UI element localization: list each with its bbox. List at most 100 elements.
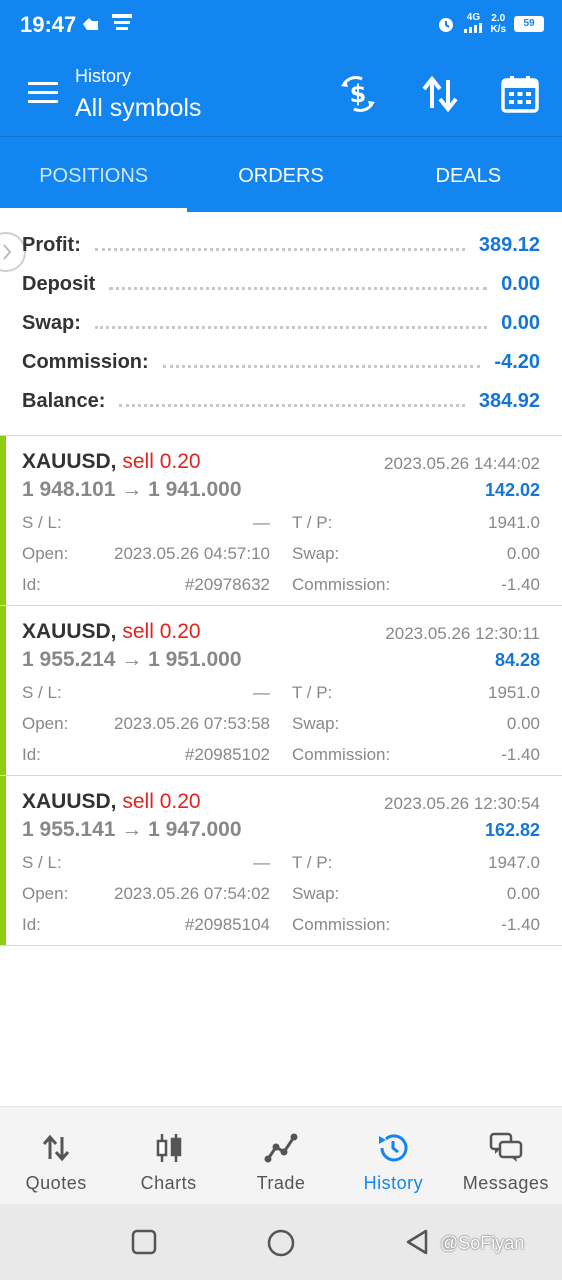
commission-label: Commission: — [22, 350, 149, 373]
network-speed: 2.0 K/s — [490, 13, 506, 35]
back-icon[interactable] — [404, 1228, 432, 1256]
deal-status-bar — [0, 436, 6, 605]
sl-label: S / L: — [22, 513, 62, 532]
tab-orders[interactable]: ORDERS — [187, 137, 374, 212]
nav-trade[interactable]: Trade — [225, 1107, 337, 1204]
balance-value: 384.92 — [478, 389, 540, 412]
id-label: Id: — [22, 575, 41, 594]
watermark: @SoFiyan — [440, 1233, 525, 1253]
id-label: Id: — [22, 745, 41, 764]
id-label: Id: — [22, 915, 41, 934]
tab-positions[interactable]: POSITIONS — [0, 137, 188, 212]
summary-profit-row: Profit: 389.12 — [22, 229, 540, 261]
deal-close-time: 2023.05.26 12:30:54 — [384, 794, 540, 813]
tp-value: 1951.0 — [488, 683, 540, 702]
nav-history[interactable]: History — [337, 1107, 449, 1204]
calendar-icon[interactable] — [500, 74, 540, 114]
dotted-leader — [94, 247, 465, 251]
app-bar-title[interactable]: All symbols — [75, 94, 201, 123]
summary-panel: Profit: 389.12 Deposit 0.00 Swap: 0.00 C… — [0, 212, 562, 436]
deal-side: sell 0.20 — [122, 790, 201, 813]
messages-icon — [489, 1132, 523, 1162]
deal-item[interactable]: XAUUSD, sell 0.20 2023.05.26 12:30:11 1 … — [0, 606, 562, 776]
battery-icon: 59 — [514, 16, 544, 32]
sl-value: — — [253, 683, 270, 702]
deal-status-bar — [0, 606, 6, 775]
swap-label: Swap: — [292, 884, 340, 903]
status-bar: 19:47 4G 2.0 K/s 59 — [0, 0, 562, 52]
sl-value: — — [253, 513, 270, 532]
swap-value: 0.00 — [506, 544, 540, 563]
commission-value: -1.40 — [501, 575, 540, 594]
tab-bar: POSITIONS ORDERS DEALS — [0, 136, 562, 212]
charts-icon — [156, 1134, 181, 1162]
network-type: 4G — [464, 12, 483, 36]
recent-apps-icon[interactable] — [130, 1228, 158, 1256]
tp-label: T / P: — [292, 513, 333, 532]
open-value: 2023.05.26 04:57:10 — [114, 544, 270, 563]
svg-text:$: $ — [350, 80, 367, 108]
tp-value: 1941.0 — [488, 513, 540, 532]
dotted-leader — [162, 364, 481, 368]
signal-icon — [464, 23, 483, 33]
menu-icon[interactable] — [28, 82, 60, 106]
deal-prices: 1 955.214 → 1 951.000 — [22, 648, 242, 671]
notification-hand-icon — [83, 18, 98, 30]
tab-deals[interactable]: DEALS — [375, 137, 562, 212]
sl-label: S / L: — [22, 853, 62, 872]
summary-deposit-row: Deposit 0.00 — [22, 268, 540, 300]
commission-value: -4.20 — [494, 350, 540, 373]
swap-value: 0.00 — [506, 884, 540, 903]
id-value: #20978632 — [184, 575, 270, 594]
deal-profit: 142.02 — [484, 480, 540, 500]
summary-swap-row: Swap: 0.00 — [22, 307, 540, 339]
id-value: #20985102 — [184, 745, 270, 764]
nav-charts[interactable]: Charts — [112, 1107, 224, 1204]
deal-profit: 84.28 — [494, 650, 540, 670]
tp-label: T / P: — [292, 683, 333, 702]
commission-label: Commission: — [292, 745, 391, 764]
notification-app-icon — [112, 14, 132, 30]
deal-side: sell 0.20 — [122, 450, 201, 473]
deal-close-time: 2023.05.26 14:44:02 — [384, 454, 540, 473]
deposit-value: 0.00 — [501, 272, 540, 295]
sort-icon[interactable] — [420, 74, 460, 114]
commission-label: Commission: — [292, 915, 391, 934]
deal-close-time: 2023.05.26 12:30:11 — [385, 624, 540, 643]
open-value: 2023.05.26 07:54:02 — [114, 884, 270, 903]
dotted-leader — [109, 286, 488, 290]
tp-value: 1947.0 — [488, 853, 540, 872]
currency-exchange-icon[interactable]: $ — [338, 74, 378, 114]
status-indicators: 4G 2.0 K/s 59 — [436, 12, 544, 36]
tp-label: T / P: — [292, 853, 333, 872]
chevron-right-icon — [3, 244, 12, 260]
deal-prices: 1 948.101 → 1 941.000 — [22, 478, 242, 501]
history-icon — [379, 1134, 408, 1162]
dotted-leader — [94, 325, 488, 329]
status-time: 19:47 — [20, 12, 77, 37]
balance-label: Balance: — [22, 389, 106, 412]
deal-symbol: XAUUSD, sell 0.20 — [22, 450, 201, 473]
sl-value: — — [253, 853, 270, 872]
swap-value: 0.00 — [506, 714, 540, 733]
swap-label: Swap: — [292, 714, 340, 733]
app-bar: History All symbols $ — [0, 52, 562, 136]
dotted-leader — [119, 403, 465, 407]
commission-value: -1.40 — [501, 745, 540, 764]
commission-value: -1.40 — [501, 915, 540, 934]
summary-commission-row: Commission: -4.20 — [22, 346, 540, 378]
profit-label: Profit: — [22, 233, 81, 256]
deal-prices: 1 955.141 → 1 947.000 — [22, 818, 242, 841]
deal-item[interactable]: XAUUSD, sell 0.20 2023.05.26 12:30:54 1 … — [0, 776, 562, 946]
id-value: #20985104 — [184, 915, 270, 934]
nav-quotes[interactable]: Quotes — [0, 1107, 112, 1204]
deal-item[interactable]: XAUUSD, sell 0.20 2023.05.26 14:44:02 1 … — [0, 436, 562, 606]
nav-messages[interactable]: Messages — [450, 1107, 562, 1204]
open-label: Open: — [22, 544, 69, 563]
home-icon[interactable] — [266, 1228, 296, 1258]
deal-profit: 162.82 — [484, 820, 540, 840]
deposit-label: Deposit — [22, 272, 96, 295]
open-label: Open: — [22, 714, 69, 733]
open-value: 2023.05.26 07:53:58 — [114, 714, 270, 733]
swap-label: Swap: — [22, 311, 81, 334]
